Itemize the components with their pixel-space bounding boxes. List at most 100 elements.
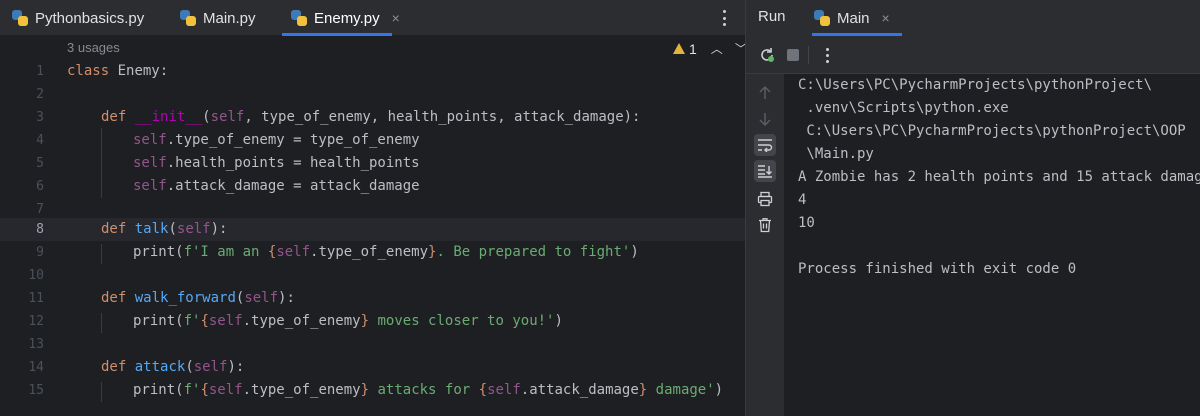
usages-hint[interactable]: 3 usages	[67, 40, 120, 55]
trash-icon[interactable]	[754, 214, 776, 236]
code-line[interactable]: self.health_points = health_points	[133, 152, 420, 175]
self-token: self	[176, 221, 211, 237]
python-file-icon	[180, 10, 196, 26]
code-token: print(	[133, 313, 184, 329]
line-number[interactable]: 13	[0, 333, 44, 356]
self-token: self	[487, 382, 521, 398]
line-number[interactable]: 15	[0, 379, 44, 402]
line-number[interactable]: 5	[0, 152, 44, 175]
code-line[interactable]: print(f'{self.type_of_enemy} moves close…	[133, 310, 563, 333]
tab-label: Pythonbasics.py	[35, 9, 145, 27]
line-number[interactable]: 3	[0, 106, 44, 129]
run-tool-window: Run Main × C:\Users\PC\PycharmProjects\p…	[746, 0, 1200, 416]
line-number[interactable]: 6	[0, 175, 44, 198]
line-number[interactable]: 14	[0, 356, 44, 379]
scroll-to-end-icon[interactable]	[754, 160, 776, 182]
code-token: .attack_damage	[520, 382, 639, 398]
code-line[interactable]: def talk(self):	[101, 218, 227, 241]
code-line[interactable]: def attack(self):	[101, 356, 244, 379]
indent-guide	[101, 313, 102, 333]
tab-enemy[interactable]: Enemy.py ×	[291, 0, 400, 36]
python-file-icon	[12, 10, 28, 26]
code-token: .type_of_enemy	[310, 244, 429, 260]
soft-wrap-icon[interactable]	[754, 134, 776, 156]
print-icon[interactable]	[754, 188, 776, 210]
code-token: {	[200, 313, 209, 329]
indent-guide	[101, 128, 102, 198]
self-token: self	[208, 313, 243, 329]
arrow-down-icon[interactable]	[754, 108, 776, 130]
tab-run-main[interactable]: Main ×	[814, 0, 890, 36]
code-line[interactable]: print(f'I am an {self.type_of_enemy}. Be…	[133, 241, 639, 264]
python-file-icon	[291, 10, 307, 26]
line-number[interactable]: 4	[0, 129, 44, 152]
code-line[interactable]: self.type_of_enemy = type_of_enemy	[133, 129, 420, 152]
string-literal: f'	[183, 382, 201, 398]
line-number[interactable]: 10	[0, 264, 44, 287]
code-token: .type_of_enemy = type_of_enemy	[166, 132, 420, 148]
python-file-icon	[814, 10, 830, 26]
more-vertical-icon[interactable]	[716, 7, 732, 29]
code-line[interactable]: def __init__(self, type_of_enemy, health…	[101, 106, 640, 129]
code-token: .type_of_enemy	[242, 313, 361, 329]
arrow-up-icon[interactable]	[754, 82, 776, 104]
self-token: self	[193, 359, 228, 375]
more-vertical-icon[interactable]	[816, 44, 838, 66]
line-number[interactable]: 1	[0, 60, 44, 83]
run-toolbar	[746, 36, 1200, 74]
tab-pythonbasics[interactable]: Pythonbasics.py	[12, 0, 144, 36]
run-title: Run	[758, 8, 786, 25]
keyword: def	[101, 290, 127, 306]
code-token: Enemy:	[109, 63, 169, 79]
code-line[interactable]: print(f'{self.type_of_enemy} attacks for…	[133, 379, 723, 402]
line-number[interactable]: 8	[0, 218, 44, 241]
indent-guide	[101, 244, 102, 264]
console-line: A Zombie has 2 health points and 15 atta…	[798, 169, 1200, 185]
run-tab-bar: Run Main ×	[746, 0, 1200, 36]
code-token: )	[630, 244, 639, 260]
code-token: .attack_damage = attack_damage	[166, 178, 420, 194]
keyword: class	[67, 63, 110, 79]
string-literal: f'	[183, 313, 201, 329]
code-token: }	[360, 313, 370, 329]
self-token: self	[133, 132, 167, 148]
code-line[interactable]: class Enemy:	[67, 60, 168, 83]
code-token: ):	[227, 359, 245, 375]
chevron-up-icon[interactable]: ︿	[711, 40, 723, 57]
close-tab-icon[interactable]: ×	[882, 10, 890, 26]
close-tab-icon[interactable]: ×	[392, 10, 400, 26]
line-number[interactable]: 11	[0, 287, 44, 310]
code-token: )	[554, 313, 563, 329]
console-output[interactable]: C:\Users\PC\PycharmProjects\pythonProjec…	[784, 74, 1200, 416]
line-number[interactable]: 9	[0, 241, 44, 264]
editor-tab-bar: Pythonbasics.py Main.py Enemy.py ×	[0, 0, 745, 36]
tab-main[interactable]: Main.py	[180, 0, 256, 36]
line-number[interactable]: 12	[0, 310, 44, 333]
code-token: {	[478, 382, 488, 398]
rerun-icon[interactable]	[756, 44, 778, 66]
self-token: self	[133, 178, 167, 194]
stop-icon[interactable]	[782, 44, 804, 66]
line-number[interactable]: 2	[0, 83, 44, 106]
console-line: C:\Users\PC\PycharmProjects\pythonProjec…	[798, 123, 1186, 139]
code-token: ):	[278, 290, 295, 306]
code-token: (	[185, 359, 194, 375]
function-name: talk	[134, 221, 169, 237]
code-line[interactable]: self.attack_damage = attack_damage	[133, 175, 420, 198]
console-line: C:\Users\PC\PycharmProjects\pythonProjec…	[798, 77, 1153, 93]
inspection-widget[interactable]: 1 ︿ ﹀	[673, 40, 747, 57]
string-literal: f'I am an	[183, 244, 268, 260]
console-line: 10	[798, 215, 815, 231]
code-token: (	[168, 221, 177, 237]
code-token: }	[638, 382, 648, 398]
warning-count: 1	[689, 40, 697, 57]
run-tab-label: Main	[837, 9, 870, 27]
string-literal: attacks for	[369, 382, 479, 398]
console-line: \Main.py	[798, 146, 874, 162]
code-token: , type_of_enemy, health_points, attack_d…	[244, 109, 641, 125]
console-line: .venv\Scripts\python.exe	[798, 100, 1009, 116]
self-token: self	[133, 155, 167, 171]
code-line[interactable]: def walk_forward(self):	[101, 287, 295, 310]
